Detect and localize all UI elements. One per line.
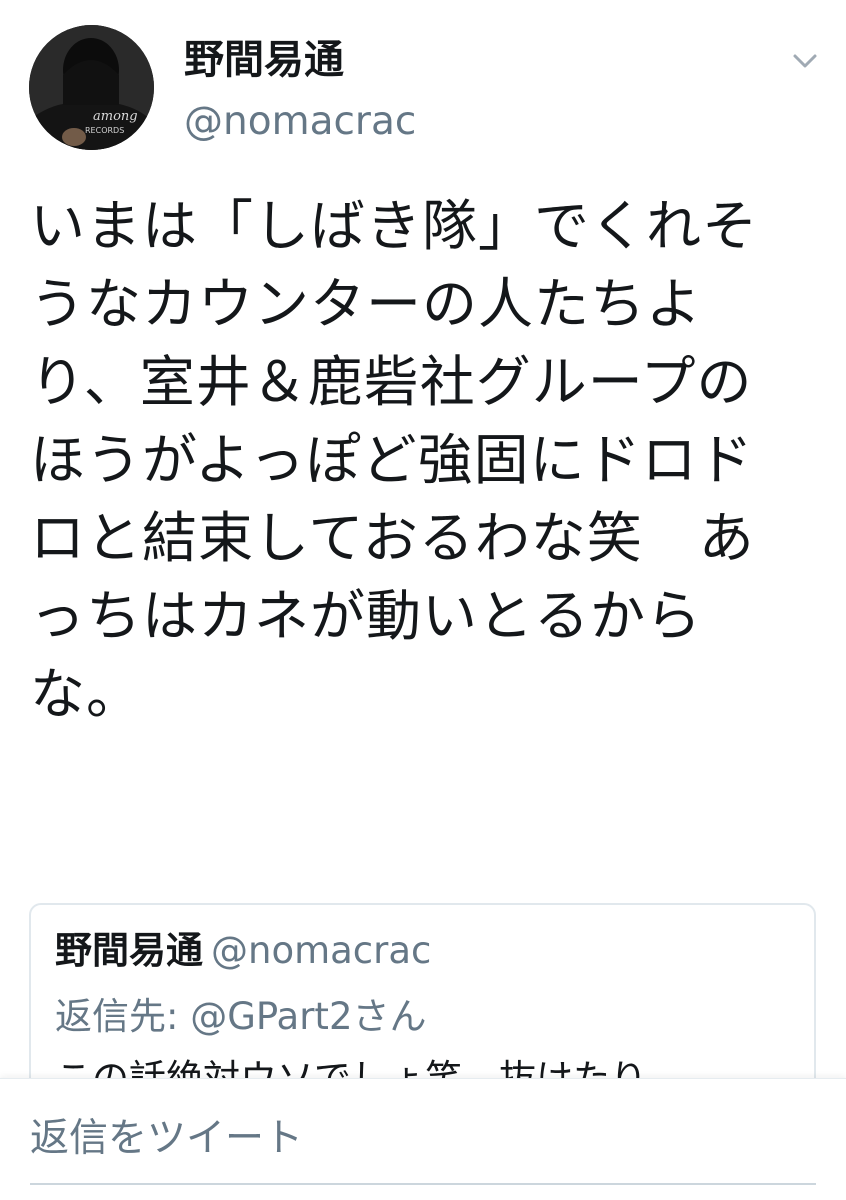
quoted-author-name: 野間易通 — [55, 929, 203, 972]
reply-bar: 返信をツイート — [0, 1078, 846, 1200]
avatar-shirt-text-2: RECORDS — [85, 126, 124, 135]
quoted-tweet-header: 野間易通 @nomacrac — [55, 925, 431, 984]
chevron-down-icon[interactable] — [790, 46, 820, 76]
reply-input[interactable]: 返信をツイート — [30, 1109, 816, 1169]
author-display-name[interactable]: 野間易通 — [184, 30, 344, 90]
avatar-shirt-text: among — [93, 109, 138, 124]
tweet-detail: among RECORDS 野間易通 @nomacrac いまは「しばき隊」でく… — [0, 0, 846, 1200]
avatar-image: among RECORDS — [29, 25, 154, 150]
quoted-reply-to: 返信先: @GPart2さん — [55, 995, 427, 1038]
author-handle[interactable]: @nomacrac — [184, 94, 416, 150]
reply-input-underline — [30, 1183, 816, 1185]
avatar[interactable]: among RECORDS — [29, 25, 154, 150]
quoted-author-handle: @nomacrac — [211, 929, 432, 972]
tweet-text: いまは「しばき隊」でくれそうなカウンターの人たちより、室井＆鹿砦社グループのほう… — [30, 194, 759, 726]
quoted-tweet-card[interactable]: 野間易通@nomacrac 返信先: @GPart2さん この話絶対ウソでしょ笑… — [29, 903, 816, 1103]
